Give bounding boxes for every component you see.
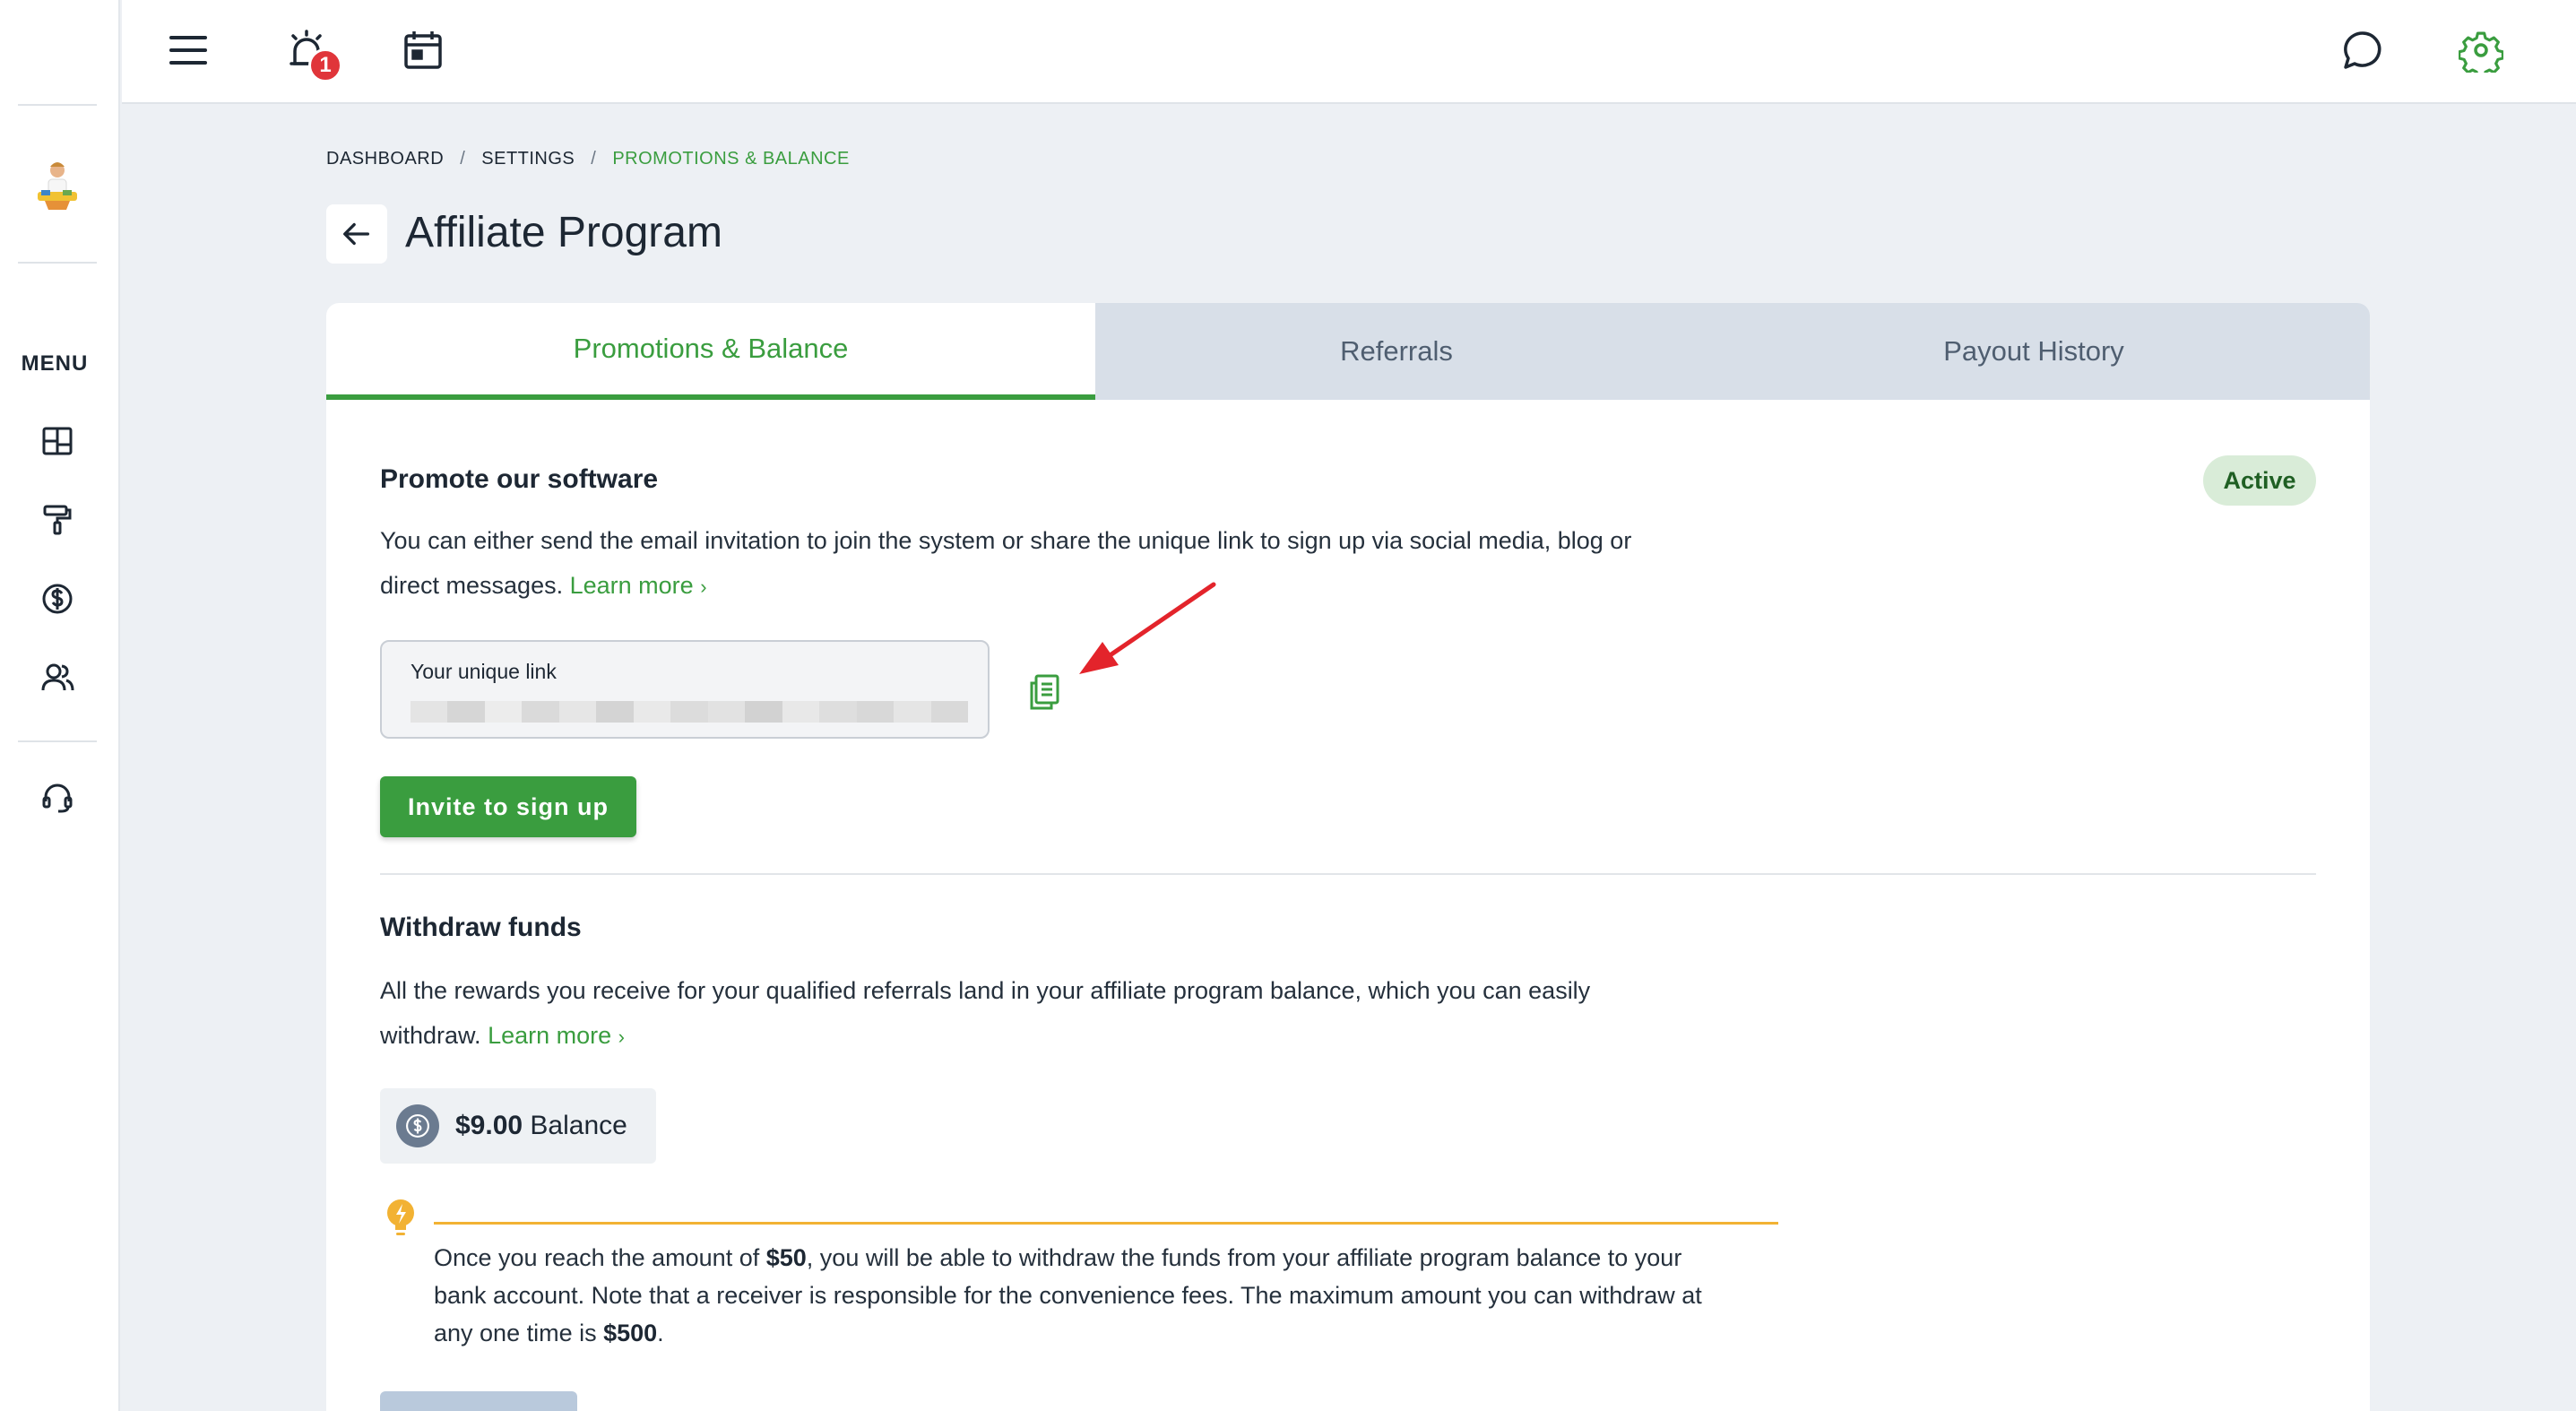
promote-description-text: You can either send the email invitation… <box>380 527 1632 599</box>
affiliate-card: Promotions & Balance Referrals Payout Hi… <box>326 303 2370 1411</box>
breadcrumb-dashboard[interactable]: DASHBOARD <box>326 149 444 169</box>
notification-count-badge: 1 <box>308 48 342 82</box>
promote-learn-more-link[interactable]: Learn more › <box>570 572 707 599</box>
breadcrumb-current: PROMOTIONS & BALANCE <box>612 149 850 169</box>
withdraw-tip-text: Once you reach the amount of $50, you wi… <box>434 1239 1707 1352</box>
tip-text-part: Once you reach the amount of <box>434 1244 766 1271</box>
invite-to-sign-up-button[interactable]: Invite to sign up <box>380 776 636 837</box>
withdraw-description: All the rewards you receive for your qua… <box>380 968 1689 1060</box>
breadcrumb-settings[interactable]: SETTINGS <box>481 149 575 169</box>
tip-text-part: . <box>657 1320 664 1346</box>
coin-dollar-icon <box>396 1104 439 1147</box>
unique-link-label: Your unique link <box>411 660 557 683</box>
withdraw-learn-more-link[interactable]: Learn more › <box>488 1022 625 1049</box>
tab-bar: Promotions & Balance Referrals Payout Hi… <box>326 303 2370 400</box>
settings-gear-icon[interactable] <box>2454 23 2508 77</box>
hamburger-menu-icon[interactable] <box>161 23 215 77</box>
tab-promotions-balance[interactable]: Promotions & Balance <box>326 303 1095 400</box>
breadcrumb-separator: / <box>460 149 466 169</box>
balance-display: $9.00 Balance <box>380 1088 656 1164</box>
company-logo[interactable] <box>32 158 82 215</box>
annotation-arrow <box>1079 582 1216 674</box>
copy-link-icon[interactable] <box>1025 671 1065 714</box>
promote-section-title: Promote our software <box>380 464 659 494</box>
tab-payout-history[interactable]: Payout History <box>1698 303 2370 400</box>
sidebar: MENU <box>0 0 120 1411</box>
sidebar-divider <box>18 262 97 264</box>
chevron-right-icon: › <box>700 576 707 598</box>
calendar-icon[interactable] <box>396 23 450 77</box>
users-icon[interactable] <box>38 658 77 697</box>
promote-description: You can either send the email invitation… <box>380 518 1689 610</box>
learn-more-label: Learn more <box>488 1022 612 1049</box>
tip-minimum-amount: $50 <box>765 1244 807 1271</box>
arrow-left-icon <box>343 222 370 246</box>
withdraw-section-title: Withdraw funds <box>380 913 582 942</box>
breadcrumb-separator: / <box>591 149 597 169</box>
sidebar-divider <box>18 104 97 106</box>
breadcrumb: DASHBOARD / SETTINGS / PROMOTIONS & BALA… <box>326 149 850 169</box>
headset-icon[interactable] <box>38 778 77 818</box>
section-divider <box>380 873 2316 875</box>
top-bar <box>122 0 2576 104</box>
back-button[interactable] <box>326 204 387 264</box>
withdraw-button-disabled <box>380 1391 577 1411</box>
menu-label: MENU <box>21 351 89 376</box>
balance-label: Balance <box>530 1111 627 1140</box>
tip-maximum-amount: $500 <box>603 1320 658 1346</box>
dashboard-icon[interactable] <box>38 421 77 461</box>
dollar-icon[interactable] <box>38 579 77 619</box>
page-title: Affiliate Program <box>405 209 722 256</box>
paint-roller-icon[interactable] <box>38 500 77 540</box>
learn-more-label: Learn more <box>569 572 694 599</box>
tab-referrals[interactable]: Referrals <box>1095 303 1698 400</box>
unique-link-value-redacted <box>411 701 969 723</box>
status-badge: Active <box>2203 455 2316 506</box>
chevron-right-icon: › <box>618 1026 625 1048</box>
unique-link-field[interactable]: Your unique link <box>380 640 990 739</box>
balance-text: $9.00 Balance <box>455 1111 627 1141</box>
sidebar-divider <box>18 740 97 742</box>
balance-amount: $9.00 <box>455 1111 523 1140</box>
lightbulb-icon <box>384 1198 418 1242</box>
chat-icon[interactable] <box>2336 23 2390 77</box>
tip-divider <box>434 1222 1778 1225</box>
